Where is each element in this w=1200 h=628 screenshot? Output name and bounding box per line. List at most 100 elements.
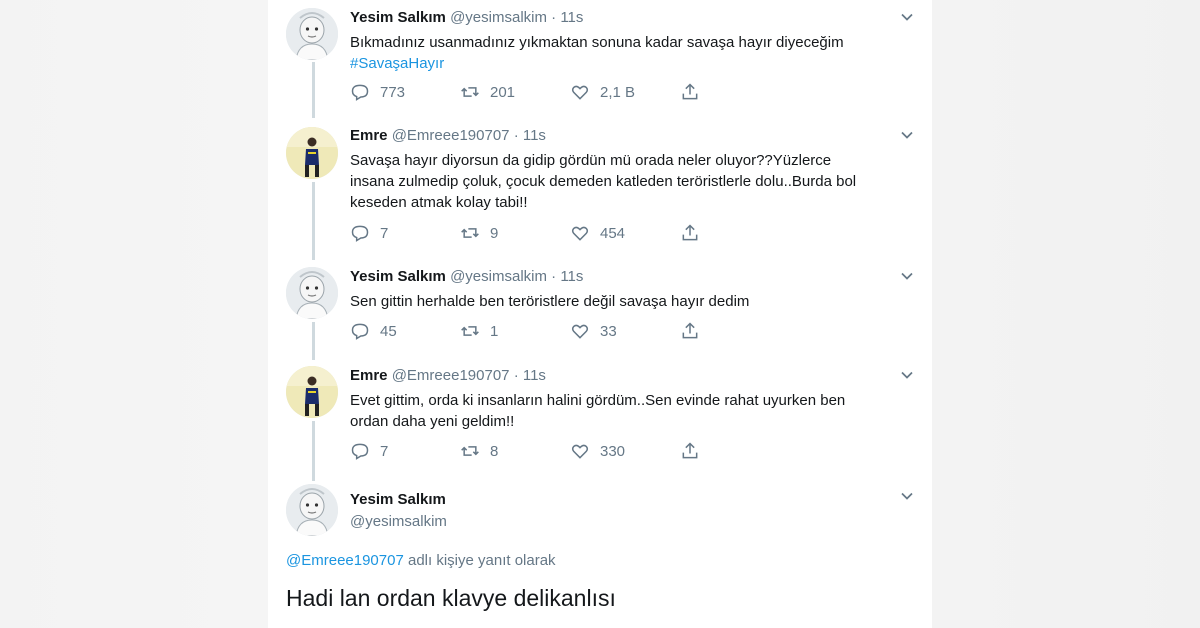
thread-line bbox=[312, 182, 315, 260]
tweet-text: Evet gittim, orda ki insanların halini g… bbox=[350, 392, 846, 430]
tweet-actions: 45 1 33 bbox=[350, 321, 790, 341]
tweet-time[interactable]: 11s bbox=[560, 268, 583, 285]
share-button[interactable] bbox=[680, 223, 790, 243]
share-upload-icon bbox=[682, 442, 698, 459]
focused-tweet-text: Hadi lan ordan klavye delikanlısı bbox=[286, 585, 616, 611]
tweet[interactable]: Yesim Salkım @yesimsalkim · 11s Sen gitt… bbox=[350, 267, 910, 312]
speech-bubble-icon bbox=[351, 443, 369, 460]
heart-icon bbox=[571, 444, 589, 459]
author-name[interactable]: Yesim Salkım bbox=[350, 9, 446, 26]
thread-line bbox=[312, 322, 315, 360]
reply-count: 45 bbox=[380, 322, 397, 340]
share-upload-icon bbox=[682, 224, 698, 241]
tweet-menu-button[interactable] bbox=[900, 10, 914, 24]
speech-bubble-icon bbox=[351, 84, 369, 101]
focused-tweet-header: Yesim Salkım @yesimsalkim bbox=[350, 490, 910, 532]
tweet-text: Sen gittin herhalde ben teröristlere değ… bbox=[350, 293, 750, 310]
reply-button[interactable]: 7 bbox=[350, 223, 460, 243]
like-button[interactable]: 454 bbox=[570, 223, 680, 243]
retweet-button[interactable]: 9 bbox=[460, 223, 570, 243]
tweet[interactable]: Emre @Emreee190707 · 11s Savaşa hayır di… bbox=[350, 126, 910, 213]
reply-count: 7 bbox=[380, 442, 389, 460]
author-handle[interactable]: @yesimsalkim bbox=[450, 268, 547, 285]
baby-portrait-icon bbox=[286, 8, 338, 60]
retweet-button[interactable]: 1 bbox=[460, 321, 570, 341]
share-button[interactable] bbox=[680, 441, 790, 461]
tweet-actions: 7 8 330 bbox=[350, 441, 790, 461]
reply-button[interactable]: 773 bbox=[350, 82, 460, 102]
share-upload-icon bbox=[682, 83, 698, 100]
avatar[interactable] bbox=[286, 484, 338, 536]
retweet-arrows-icon bbox=[461, 87, 479, 97]
chevron-down-icon bbox=[901, 13, 913, 21]
reply-button[interactable]: 45 bbox=[350, 321, 460, 341]
separator-dot: · bbox=[513, 367, 519, 384]
author-name[interactable]: Emre bbox=[350, 127, 388, 144]
chevron-down-icon bbox=[901, 492, 913, 500]
reply-count: 7 bbox=[380, 224, 389, 242]
avatar[interactable] bbox=[286, 127, 338, 179]
thread-line bbox=[312, 421, 315, 481]
tweet-menu-button[interactable] bbox=[900, 269, 914, 283]
like-count: 454 bbox=[600, 224, 626, 242]
author-handle[interactable]: @yesimsalkim bbox=[350, 513, 447, 530]
author-handle[interactable]: @Emreee190707 bbox=[392, 367, 510, 384]
tweet-text: Bıkmadınız usanmadınız yıkmaktan sonuna … bbox=[350, 34, 844, 51]
man-standing-icon bbox=[286, 366, 338, 418]
tweet-menu-button[interactable] bbox=[900, 128, 914, 142]
heart-icon bbox=[571, 226, 589, 241]
like-count: 33 bbox=[600, 322, 617, 340]
retweet-count: 8 bbox=[490, 442, 499, 460]
reply-count: 773 bbox=[380, 83, 406, 101]
chevron-down-icon bbox=[901, 371, 913, 379]
like-button[interactable]: 2,1 B bbox=[570, 82, 680, 102]
retweet-button[interactable]: 8 bbox=[460, 441, 570, 461]
retweet-arrows-icon bbox=[461, 228, 479, 238]
separator-dot: · bbox=[551, 268, 557, 285]
share-button[interactable] bbox=[680, 321, 790, 341]
like-button[interactable]: 330 bbox=[570, 441, 680, 461]
share-upload-icon bbox=[682, 322, 698, 339]
tweet-actions: 773 201 2,1 B bbox=[350, 82, 790, 102]
heart-icon bbox=[571, 85, 589, 100]
retweet-count: 201 bbox=[490, 83, 516, 101]
like-count: 2,1 B bbox=[600, 83, 636, 101]
tweet-text: Savaşa hayır diyorsun da gidip gördün mü… bbox=[350, 152, 857, 211]
retweet-arrows-icon bbox=[461, 326, 479, 336]
author-handle[interactable]: @Emreee190707 bbox=[392, 127, 510, 144]
retweet-count: 9 bbox=[490, 224, 499, 242]
tweet-time[interactable]: 11s bbox=[523, 367, 546, 384]
retweet-arrows-icon bbox=[461, 446, 479, 456]
author-name[interactable]: Yesim Salkım bbox=[350, 491, 446, 508]
share-button[interactable] bbox=[680, 82, 790, 102]
tweet-menu-button[interactable] bbox=[900, 489, 914, 503]
speech-bubble-icon bbox=[351, 323, 369, 340]
reply-button[interactable]: 7 bbox=[350, 441, 460, 461]
avatar[interactable] bbox=[286, 366, 338, 418]
avatar[interactable] bbox=[286, 8, 338, 60]
retweet-button[interactable]: 201 bbox=[460, 82, 570, 102]
reply-context-label: adlı kişiye yanıt olarak bbox=[403, 552, 556, 569]
man-standing-icon bbox=[286, 127, 338, 179]
retweet-count: 1 bbox=[490, 322, 499, 340]
author-name[interactable]: Yesim Salkım bbox=[350, 268, 446, 285]
tweet-actions: 7 9 454 bbox=[350, 223, 790, 243]
author-handle[interactable]: @yesimsalkim bbox=[450, 9, 547, 26]
avatar[interactable] bbox=[286, 267, 338, 319]
thread-line bbox=[312, 62, 315, 118]
speech-bubble-icon bbox=[351, 225, 369, 242]
tweet-menu-button[interactable] bbox=[900, 368, 914, 382]
tweet[interactable]: Emre @Emreee190707 · 11s Evet gittim, or… bbox=[350, 366, 910, 432]
like-button[interactable]: 33 bbox=[570, 321, 680, 341]
separator-dot: · bbox=[513, 127, 519, 144]
tweet-time[interactable]: 11s bbox=[560, 9, 583, 26]
hashtag-link[interactable]: #SavaşaHayır bbox=[350, 53, 910, 74]
heart-icon bbox=[571, 324, 589, 339]
reply-mention-link[interactable]: @Emreee190707 bbox=[286, 552, 404, 569]
chevron-down-icon bbox=[901, 272, 913, 280]
tweet-time[interactable]: 11s bbox=[523, 127, 546, 144]
tweet[interactable]: Yesim Salkım @yesimsalkim · 11s Bıkmadın… bbox=[350, 8, 910, 74]
separator-dot: · bbox=[551, 9, 557, 26]
author-name[interactable]: Emre bbox=[350, 367, 388, 384]
reply-context: @Emreee190707 adlı kişiye yanıt olarak bbox=[286, 552, 556, 569]
